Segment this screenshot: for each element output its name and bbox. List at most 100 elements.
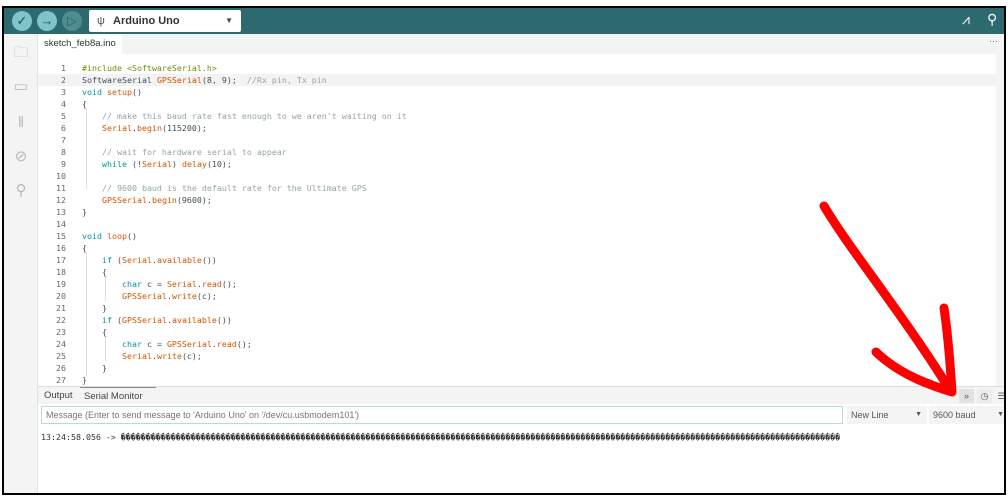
code-text: Serial.begin(115200);	[101, 123, 207, 133]
code-line: 22 if (GPSSerial.available())	[38, 314, 996, 326]
line-number: 25	[56, 351, 66, 361]
line-number: 19	[56, 279, 66, 289]
code-line: 4{	[38, 98, 996, 110]
line-number: 9	[61, 159, 66, 169]
line-number: 23	[56, 327, 66, 337]
code-text: Serial.write(c);	[121, 351, 202, 361]
code-line: 25 Serial.write(c);	[38, 350, 996, 362]
upload-button[interactable]: →	[37, 11, 57, 31]
sidebar: 🗀 ▭ ‖ ⊘ ⚲	[4, 34, 38, 493]
line-number: 7	[61, 135, 66, 145]
verify-button[interactable]: ✓	[12, 11, 32, 31]
code-line: 11 // 9600 baud is the default rate for …	[38, 182, 996, 194]
code-line: 20 GPSSerial.write(c);	[38, 290, 996, 302]
line-number: 14	[56, 219, 66, 229]
code-line: 18 {	[38, 266, 996, 278]
code-line: 17 if (Serial.available())	[38, 254, 996, 266]
code-text: char c = GPSSerial.read();	[121, 339, 252, 349]
code-editor[interactable]: 1 #include <SoftwareSerial.h> 2 SoftwareSer…	[38, 54, 996, 388]
code-text: }	[82, 207, 87, 217]
editor-scrollbar[interactable]	[996, 54, 1004, 388]
debug-icon[interactable]: ⊘	[12, 148, 30, 166]
code-line: 15 void loop()	[38, 230, 996, 242]
baud-rate-select[interactable]: 9600 baud ▼	[929, 406, 1004, 424]
code-text: if (GPSSerial.available())	[101, 315, 232, 325]
clear-output-button[interactable]: ☰	[994, 389, 1004, 403]
line-number: 3	[61, 87, 66, 97]
code-text: // wait for hardware serial to appear	[101, 147, 287, 157]
tab-output[interactable]: Output	[44, 387, 73, 405]
library-icon[interactable]: ‖	[12, 114, 30, 132]
line-number: 22	[56, 315, 66, 325]
code-text: void setup()	[82, 87, 142, 97]
code-line: 16 {	[38, 242, 996, 254]
debug-button[interactable]: ▷	[62, 11, 82, 31]
line-number: 4	[61, 99, 66, 109]
code-line: 5 // make this baud rate fast enough to …	[38, 110, 996, 122]
serial-output-line: 13:24:58.056 -> ������������������������…	[41, 432, 841, 442]
message-input[interactable]	[41, 406, 843, 424]
line-number: 6	[61, 123, 66, 133]
code-line: 27}	[38, 374, 996, 386]
code-line: 8 // wait for hardware serial to appear	[38, 146, 996, 158]
line-number: 1	[61, 63, 66, 73]
code-line: 26 }	[38, 362, 996, 374]
line-ending-value: New Line	[851, 410, 889, 420]
code-text: {	[82, 327, 107, 337]
line-number: 11	[56, 183, 66, 193]
baud-rate-value: 9600 baud	[933, 410, 976, 420]
code-text: }	[82, 303, 107, 313]
code-text: void loop()	[82, 231, 137, 241]
folder-icon[interactable]: 🗀	[12, 44, 30, 62]
serial-monitor-icon[interactable]: ⚲	[987, 11, 997, 28]
code-text: // make this baud rate fast enough to we…	[101, 111, 407, 121]
board-selector[interactable]: ψ Arduino Uno ▼	[89, 10, 241, 32]
line-number: 27	[56, 375, 66, 385]
usb-icon: ψ	[97, 15, 105, 27]
line-number: 8	[61, 147, 66, 157]
code-line: 1 #include <SoftwareSerial.h>	[38, 62, 996, 74]
line-number: 12	[56, 195, 66, 205]
code-text: if (Serial.available())	[101, 255, 217, 265]
code-line: 7	[38, 134, 996, 146]
code-line: 23 {	[38, 326, 996, 338]
code-line: 6 Serial.begin(115200);	[38, 122, 996, 134]
boards-manager-icon[interactable]: ▭	[12, 78, 30, 96]
chevron-down-icon: ▼	[225, 16, 233, 25]
code-line: 3 void setup()	[38, 86, 996, 98]
code-line: 12 GPSSerial.begin(9600);	[38, 194, 996, 206]
search-icon[interactable]: ⚲	[12, 182, 30, 200]
code-text: // 9600 baud is the default rate for the…	[101, 183, 367, 193]
code-text: #include <SoftwareSerial.h>	[82, 63, 217, 73]
code-line: 9 while (!Serial) delay(10);	[38, 158, 996, 170]
autoscroll-button[interactable]: »	[959, 389, 974, 403]
arduino-ide-window: ✓ → ▷ ψ Arduino Uno ▼ ⩘ ⚲ 🗀 ▭ ‖ ⊘ ⚲ sket…	[2, 6, 1006, 495]
code-line: 14	[38, 218, 996, 230]
line-ending-select[interactable]: New Line ▼	[847, 406, 927, 424]
code-text: GPSSerial.write(c);	[121, 291, 217, 301]
line-number: 21	[56, 303, 66, 313]
editor-tabs: sketch_feb8a.ino ···	[38, 34, 1004, 54]
panel-tabs: Output Serial Monitor × » ◷ ☰	[38, 386, 1004, 420]
tab-sketch-file[interactable]: sketch_feb8a.ino	[38, 34, 122, 54]
bottom-panel: Output Serial Monitor × » ◷ ☰ New Line▼ …	[38, 386, 1004, 493]
code-line: 13}	[38, 206, 996, 218]
line-number: 5	[61, 111, 66, 121]
code-text: {	[82, 99, 87, 109]
code-line: 2 SoftwareSerial GPSSerial(8, 9); //Rx pi…	[38, 74, 996, 86]
toolbar: ✓ → ▷ ψ Arduino Uno ▼ ⩘ ⚲	[4, 8, 1004, 34]
timestamp-toggle-button[interactable]: ◷	[977, 389, 992, 403]
code-text: {	[82, 243, 87, 253]
line-number: 24	[56, 339, 66, 349]
code-text: SoftwareSerial GPSSerial(8, 9); //Rx pin…	[82, 75, 327, 85]
serial-plotter-icon[interactable]: ⩘	[962, 11, 970, 28]
more-icon[interactable]: ···	[989, 36, 998, 46]
line-number: 15	[56, 231, 66, 241]
line-number: 18	[56, 267, 66, 277]
code-line: 21 }	[38, 302, 996, 314]
code-line: 10	[38, 170, 996, 182]
code-text: char c = Serial.read();	[121, 279, 237, 289]
line-number: 17	[56, 255, 66, 265]
line-number: 13	[56, 207, 66, 217]
line-number: 2	[61, 75, 66, 85]
